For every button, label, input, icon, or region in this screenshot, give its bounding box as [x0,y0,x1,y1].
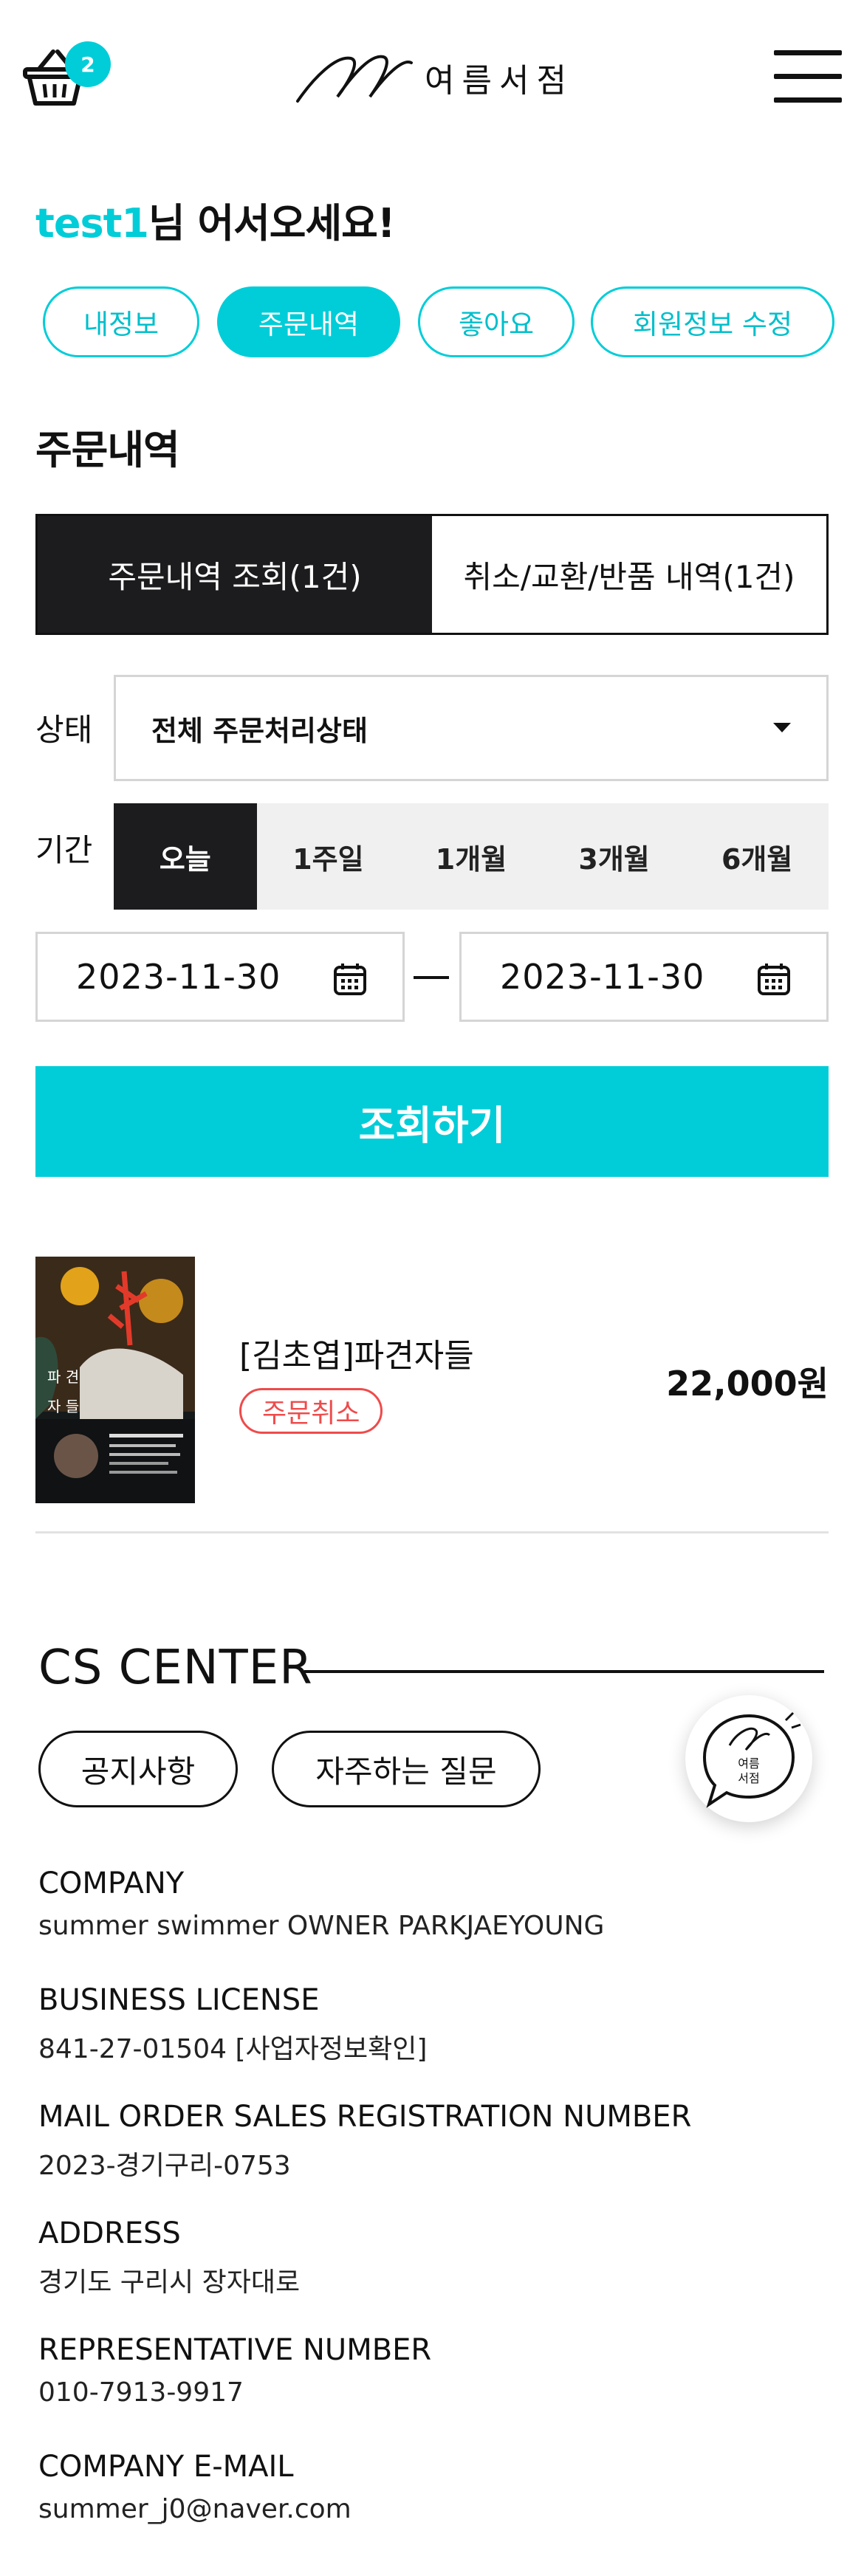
book-cover-image[interactable]: 파 견 자 들 [35,1257,195,1503]
tab-order-history[interactable]: 주문내역 [217,286,400,357]
info-business-license-label: BUSINESS LICENSE [38,1983,320,2017]
order-view-switch: 주문내역 조회(1건) 취소/교환/반품 내역(1건) [35,514,829,635]
date-from-value: 2023-11-30 [76,957,281,997]
period-selector: 오늘 1주일 1개월 3개월 6개월 [114,803,829,910]
order-history-tab[interactable]: 주문내역 조회(1건) [38,516,432,633]
info-address-label: ADDRESS [38,2216,181,2250]
chat-bubble-icon: 여름 서점 [702,1711,801,1808]
status-select-value: 전체 주문처리상태 [151,714,368,747]
period-1month[interactable]: 1개월 [400,803,543,910]
period-1week[interactable]: 1주일 [257,803,400,910]
notice-button[interactable]: 공지사항 [38,1731,238,1807]
search-button[interactable]: 조회하기 [35,1066,829,1177]
mypage-tabs: 내정보 주문내역 좋아요 회원정보 수정 [43,286,864,360]
date-to-value: 2023-11-30 [500,957,705,997]
info-email-label: COMPANY E-MAIL [38,2450,294,2484]
logo-text: 여름서점 [425,62,574,100]
chevron-down-icon [773,723,791,732]
greeting: test1님 어서오세요! [35,190,396,249]
status-label: 상태 [35,712,93,748]
cancel-return-history-tab[interactable]: 취소/교환/반품 내역(1건) [432,516,826,633]
greeting-suffix: 님 어서오세요! [148,200,396,247]
divider [35,1531,829,1533]
cs-title-rule [304,1670,824,1673]
book-cover-art: 파 견 자 들 [35,1257,195,1503]
info-mail-order-label: MAIL ORDER SALES REGISTRATION NUMBER [38,2100,692,2134]
period-today[interactable]: 오늘 [114,803,257,910]
calendar-icon [758,964,790,995]
logo-mark-icon [296,55,413,103]
chat-floating-button[interactable]: 여름 서점 [685,1695,812,1822]
period-3months[interactable]: 3개월 [543,803,686,910]
calendar-icon [334,964,366,995]
order-status-badge: 주문취소 [239,1388,383,1434]
user-id: test1 [35,200,149,247]
info-phone-label: REPRESENTATIVE NUMBER [38,2333,432,2367]
info-email-value: summer_j0@naver.com [38,2494,352,2524]
cover-title-line2: 자 들 [47,1398,79,1415]
cart-count-badge: 2 [65,41,111,87]
section-title: 주문내역 [35,427,180,473]
info-mail-order-value: 2023-경기구리-0753 [38,2151,291,2181]
cs-center-title: CS CENTER [38,1641,313,1695]
chat-logo-text: 여름 [738,1756,759,1770]
status-select[interactable]: 전체 주문처리상태 [114,675,829,781]
product-title[interactable]: [김초엽]파견자들 [239,1329,474,1376]
cover-title-line1: 파 견 [47,1368,79,1386]
chat-logo-text-2: 서점 [738,1771,759,1785]
info-business-license-value[interactable]: 841-27-01504 [사업자정보확인] [38,2027,427,2066]
tab-likes[interactable]: 좋아요 [418,286,575,357]
period-6months[interactable]: 6개월 [685,803,829,910]
date-to-field[interactable]: 2023-11-30 [459,932,829,1022]
info-address-value: 경기도 구리시 장자대로 [38,2267,301,2298]
tab-my-info[interactable]: 내정보 [43,286,199,357]
info-company-value: summer swimmer OWNER PARKJAEYOUNG [38,1911,605,1941]
date-from-field[interactable]: 2023-11-30 [35,932,405,1022]
logo[interactable]: 여름서점 [292,44,574,111]
info-phone-value: 010-7913-9917 [38,2377,244,2408]
faq-button[interactable]: 자주하는 질문 [272,1731,541,1807]
period-label: 기간 [35,832,93,868]
date-range-separator [414,976,449,979]
product-price: 22,000원 [666,1364,829,1404]
info-company-label: COMPANY [38,1866,185,1900]
hamburger-menu-button[interactable] [774,47,842,106]
tab-edit-profile[interactable]: 회원정보 수정 [591,286,834,357]
